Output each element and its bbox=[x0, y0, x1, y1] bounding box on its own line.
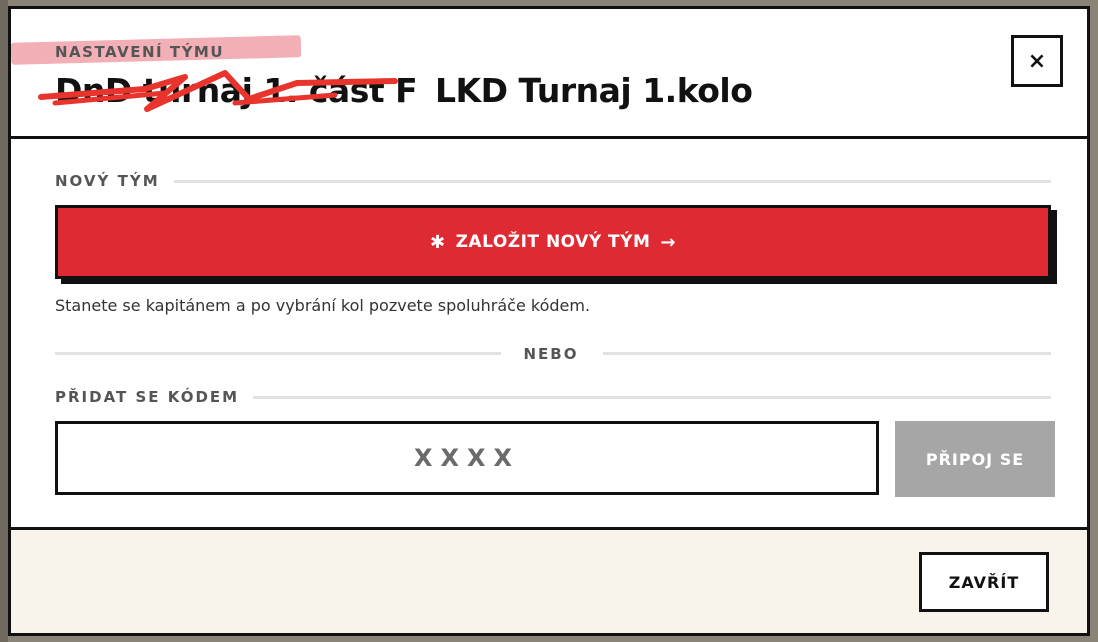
new-team-rule bbox=[171, 180, 1051, 183]
create-team-label: ZALOŽIT NOVÝ TÝM bbox=[455, 232, 651, 252]
create-team-helper: Stanete se kapitánem a po vybrání kol po… bbox=[55, 296, 591, 315]
asterisk-icon: ✱ bbox=[430, 231, 446, 253]
modal-title: LKD Turnaj 1.kolo bbox=[435, 71, 753, 110]
close-icon: × bbox=[1027, 48, 1047, 74]
join-label: PŘIDAT SE KÓDEM bbox=[55, 388, 254, 406]
divider-rule-right bbox=[603, 352, 1051, 355]
backdrop-edge-left bbox=[0, 0, 8, 642]
close-footer-button[interactable]: ZAVŘÍT bbox=[919, 552, 1049, 612]
team-code-input[interactable] bbox=[55, 421, 879, 495]
scribble-strike-icon bbox=[38, 70, 398, 112]
modal-eyebrow: NASTAVENÍ TÝMU bbox=[55, 43, 225, 61]
modal-footer: ZAVŘÍT bbox=[11, 527, 1087, 633]
divider-rule-left bbox=[55, 352, 501, 355]
arrow-right-icon: → bbox=[660, 231, 676, 253]
new-team-label: NOVÝ TÝM bbox=[55, 172, 174, 190]
join-button[interactable]: PŘIPOJ SE bbox=[895, 421, 1055, 497]
close-button[interactable]: × bbox=[1011, 35, 1063, 87]
modal-header: NASTAVENÍ TÝMU DnD turnaj 1. část F LKD … bbox=[11, 9, 1087, 139]
team-settings-modal: NASTAVENÍ TÝMU DnD turnaj 1. část F LKD … bbox=[8, 6, 1090, 636]
divider-label: NEBO bbox=[523, 345, 579, 363]
join-rule bbox=[247, 396, 1051, 399]
create-team-button[interactable]: ✱ ZALOŽIT NOVÝ TÝM → bbox=[55, 205, 1051, 279]
